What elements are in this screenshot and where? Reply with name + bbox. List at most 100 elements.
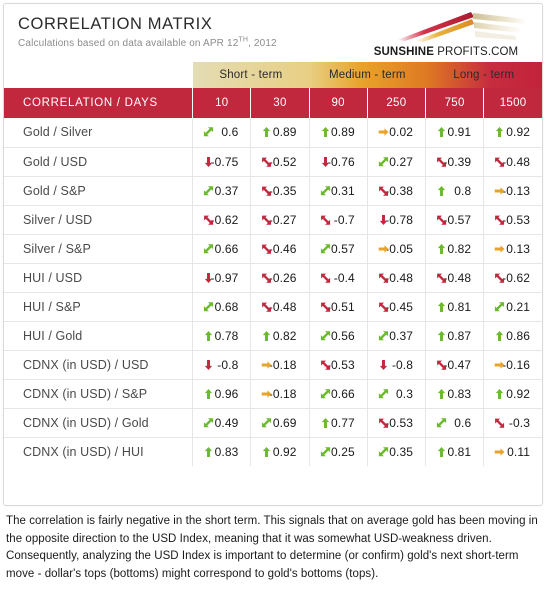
- correlation-cell: -0.18: [250, 350, 310, 380]
- band-spacer: [4, 62, 193, 88]
- down-diagonal-arrow-icon: [494, 417, 505, 428]
- up-diagonal-arrow-icon: [261, 417, 272, 428]
- logo-wordmark: SUNSHINE PROFITS.COM: [361, 46, 531, 58]
- correlation-value: -0.48: [443, 270, 472, 285]
- correlation-cell: 0.25: [309, 437, 368, 466]
- row-label: Gold / USD: [4, 147, 194, 177]
- correlation-value: -0.18: [268, 357, 297, 372]
- correlation-cell: 0.3: [367, 379, 427, 409]
- correlation-cell: 0.78: [192, 321, 252, 351]
- correlation-cell: 0.92: [483, 118, 542, 148]
- row-label: CDNX (in USD) / USD: [4, 350, 194, 380]
- column-header-250[interactable]: 250: [367, 88, 427, 118]
- table-row: HUI / Gold 0.78 0.82 0.56 0.37 0.87 0.86: [4, 321, 542, 351]
- up-arrow-icon: [203, 446, 214, 457]
- correlation-value: -0.48: [268, 299, 297, 314]
- correlation-value: -0.62: [210, 212, 239, 227]
- up-arrow-icon: [436, 185, 447, 196]
- band-medium-term: Medium - term: [309, 62, 426, 88]
- row-label: Silver / USD: [4, 205, 194, 235]
- correlation-value: 0.66: [331, 386, 355, 401]
- down-diagonal-arrow-icon: [436, 156, 447, 167]
- correlation-value: 0.37: [214, 183, 239, 198]
- sunshine-profits-logo: SUNSHINE PROFITS.COM: [361, 10, 531, 58]
- correlation-cell: -0.78: [367, 205, 427, 235]
- right-arrow-icon: [494, 446, 505, 457]
- down-arrow-icon: [378, 214, 389, 225]
- correlation-cell: 0.82: [425, 234, 485, 264]
- up-arrow-icon: [261, 446, 272, 457]
- correlation-cell: 0.02: [367, 118, 427, 148]
- correlation-cell: 0.21: [483, 292, 542, 322]
- correlation-value: 0.25: [331, 444, 355, 459]
- up-arrow-icon: [203, 330, 214, 341]
- logo-wordmark-light: PROFITS.COM: [433, 46, 519, 58]
- correlation-cell: -0.48: [483, 147, 542, 177]
- correlation-value: 0.81: [447, 444, 472, 459]
- correlation-value: 0.8: [454, 183, 472, 198]
- down-diagonal-arrow-icon: [261, 272, 272, 283]
- correlation-cell: 0.83: [192, 437, 252, 466]
- down-diagonal-arrow-icon: [320, 301, 331, 312]
- correlation-cell: -0.8: [367, 350, 427, 380]
- correlation-cell: 0.66: [309, 379, 368, 409]
- table-row: Gold / S&P 0.37 -0.35 0.31 -0.38 0.8 -0.13: [4, 176, 542, 206]
- correlation-cell: 0.92: [250, 437, 310, 466]
- correlation-value: -0.52: [268, 154, 297, 169]
- down-diagonal-arrow-icon: [261, 243, 272, 254]
- table-row: Silver / USD -0.62 -0.27 -0.7 -0.78 -0.57 -0.5…: [4, 205, 542, 235]
- correlation-value: -0.13: [502, 183, 530, 198]
- down-arrow-icon: [203, 156, 214, 167]
- down-diagonal-arrow-icon: [320, 359, 331, 370]
- correlation-value: 0.6: [221, 125, 239, 140]
- correlation-value: 0.89: [331, 125, 355, 140]
- table-row: Gold / Silver 0.6 0.89 0.89 0.02 0.91 0.92: [4, 118, 542, 148]
- column-header-30[interactable]: 30: [250, 88, 310, 118]
- correlation-cell: 0.82: [250, 321, 310, 351]
- row-label: Silver / S&P: [4, 234, 194, 264]
- up-arrow-icon: [261, 330, 272, 341]
- up-arrow-icon: [436, 330, 447, 341]
- page-subtitle: Calculations based on data available on …: [18, 37, 277, 50]
- correlation-cell: -0.46: [250, 234, 310, 264]
- page-title: CORRELATION MATRIX: [18, 15, 213, 33]
- down-diagonal-arrow-icon: [378, 272, 389, 283]
- correlation-cell: -0.52: [250, 147, 310, 177]
- correlation-value: 0.92: [272, 444, 297, 459]
- correlation-value: 0.77: [331, 415, 355, 430]
- row-label: CDNX (in USD) / S&P: [4, 379, 194, 409]
- correlation-cell: 0.83: [425, 379, 485, 409]
- correlation-value: -0.8: [217, 357, 239, 372]
- correlation-cell: -0.35: [250, 176, 310, 206]
- column-header-10[interactable]: 10: [192, 88, 252, 118]
- correlation-value: 0.02: [389, 125, 414, 140]
- correlation-value: -0.48: [502, 154, 530, 169]
- down-diagonal-arrow-icon: [494, 156, 505, 167]
- correlation-value: -0.62: [502, 270, 530, 285]
- column-header-750[interactable]: 750: [425, 88, 485, 118]
- band-short-term: Short - term: [192, 62, 310, 88]
- correlation-value: 0.69: [272, 415, 297, 430]
- correlation-cell: 0.77: [309, 408, 368, 438]
- row-label: CDNX (in USD) / Gold: [4, 408, 194, 438]
- correlation-value: 0.57: [331, 241, 355, 256]
- correlation-cell: -0.39: [425, 147, 485, 177]
- correlation-cell: 0.37: [192, 176, 252, 206]
- column-header-1500[interactable]: 1500: [483, 88, 542, 118]
- down-diagonal-arrow-icon: [378, 417, 389, 428]
- correlation-cell: 0.8: [425, 176, 485, 206]
- up-arrow-icon: [494, 388, 505, 399]
- correlation-cell: 0.81: [425, 292, 485, 322]
- down-diagonal-arrow-icon: [436, 272, 447, 283]
- right-arrow-icon: [378, 243, 389, 254]
- correlation-cell: -0.51: [309, 292, 368, 322]
- correlation-value: -0.3: [508, 415, 530, 430]
- up-arrow-icon: [320, 417, 331, 428]
- correlation-value: -0.39: [443, 154, 472, 169]
- correlation-cell: -0.13: [483, 176, 542, 206]
- column-header-90[interactable]: 90: [309, 88, 368, 118]
- down-arrow-icon: [378, 359, 389, 370]
- up-arrow-icon: [436, 446, 447, 457]
- down-diagonal-arrow-icon: [436, 359, 447, 370]
- row-label: HUI / Gold: [4, 321, 194, 351]
